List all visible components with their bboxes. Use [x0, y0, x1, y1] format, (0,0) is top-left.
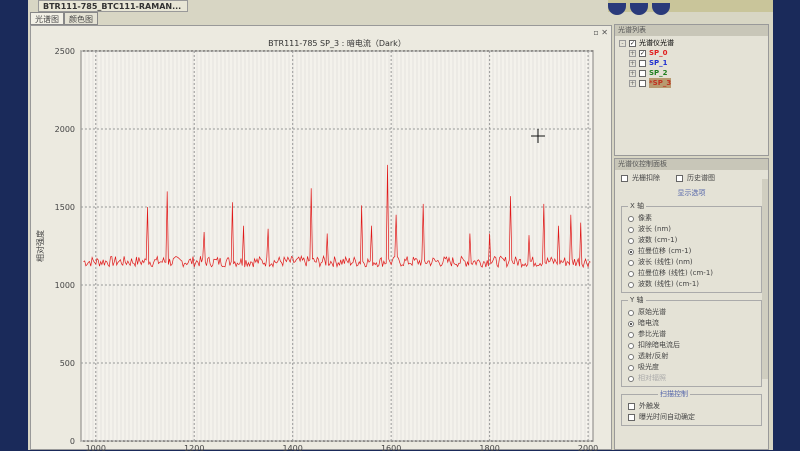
y-axis-label: 相对强度	[35, 230, 45, 262]
toolbar-button[interactable]	[652, 3, 670, 15]
trigger-checkbox[interactable]: 曝光时间自动确定	[628, 412, 755, 423]
history-checkbox[interactable]: 历史谱图	[676, 173, 715, 184]
radio-option[interactable]: 拉曼位移 (cm-1)	[628, 246, 755, 257]
view-tabs: 光谱图 颜色图	[30, 12, 98, 25]
toolbar-button[interactable]	[608, 3, 626, 15]
display-options-button[interactable]: 显示选项	[615, 188, 768, 198]
trigger-group: 扫描控制 外触发 曝光时间自动确定	[621, 389, 762, 426]
chart-title: BTR111-785 SP_3 : 暗电流（Dark）	[268, 38, 406, 48]
radio-option[interactable]: 波数 (cm-1)	[628, 235, 755, 246]
collapse-icon[interactable]: -	[619, 39, 626, 47]
trigger-checkbox[interactable]: 外触发	[628, 401, 755, 412]
y-tick-label: 2500	[55, 47, 75, 56]
expand-icon[interactable]: +	[629, 49, 636, 57]
checkbox[interactable]: ✓	[639, 49, 646, 57]
expand-icon[interactable]: +	[629, 79, 636, 87]
scrollbar[interactable]	[762, 179, 768, 379]
radio-option[interactable]: 吸光度	[628, 362, 755, 373]
document-tab[interactable]: BTR111-785_BTC111-RAMAN...	[38, 0, 188, 12]
checkbox[interactable]	[639, 79, 646, 87]
control-panel: 光谱仪控制面板 光栅扣除 历史谱图 显示选项 X 轴像素 波长 (nm) 波数 (c…	[614, 158, 769, 450]
app-window: BTR111-785_BTC111-RAMAN... 光谱图 颜色图 ▫ ✕ 10…	[28, 0, 773, 451]
radio-option[interactable]: 波长 (nm)	[628, 224, 755, 235]
radio-option[interactable]: 拉曼位移 (线性) (cm-1)	[628, 268, 755, 279]
radio-option[interactable]: 暗电流	[628, 318, 755, 329]
y-tick-label: 0	[70, 437, 75, 446]
y-tick-label: 1000	[55, 281, 75, 290]
spectrum-item[interactable]: + SP_2	[619, 68, 764, 78]
expand-icon[interactable]: +	[629, 69, 636, 77]
expand-icon[interactable]: +	[629, 59, 636, 67]
panel-title: 光谱列表	[615, 25, 768, 36]
spectrum-chart[interactable]: 1000 1200 1400 1600 1800 20000500100015002000…	[31, 26, 613, 451]
y-tick-label: 500	[60, 359, 75, 368]
panel-title: 光谱仪控制面板	[615, 159, 768, 170]
tab-color[interactable]: 颜色图	[64, 12, 98, 25]
spectrum-list-panel: 光谱列表 - ✓ 光谱仪光谱 + ✓ SP_0 + SP_1 + SP_2 + *SP_3	[614, 24, 769, 156]
chart-panel: ▫ ✕ 1000 1200 1400 1600 1800 2000 0 500 1000 1500…	[30, 25, 613, 451]
spectrum-item[interactable]: + ✓ SP_0	[619, 48, 764, 58]
x-axis-group: X 轴像素 波长 (nm) 波数 (cm-1) 拉曼位移 (cm-1) 波长 (线性) …	[621, 201, 762, 293]
y-tick-label: 2000	[55, 125, 75, 134]
tree-root[interactable]: - ✓ 光谱仪光谱	[619, 38, 764, 48]
spectrum-item[interactable]: + SP_1	[619, 58, 764, 68]
radio-option[interactable]: 透射/反射	[628, 351, 755, 362]
radio-option[interactable]: 波长 (线性) (nm)	[628, 257, 755, 268]
checkbox[interactable]	[639, 59, 646, 67]
toolbar-button[interactable]	[630, 3, 648, 15]
radio-option[interactable]: 原始光谱	[628, 307, 755, 318]
radio-option[interactable]: 波数 (线性) (cm-1)	[628, 279, 755, 290]
y-axis-group: Y 轴原始光谱 暗电流 参比光谱 扣除暗电流后 透射/反射 吸光度 相对辐照	[621, 295, 762, 387]
toolbar	[608, 0, 773, 15]
spectrum-item[interactable]: + *SP_3	[619, 78, 764, 88]
radio-option[interactable]: 参比光谱	[628, 329, 755, 340]
radio-option[interactable]: 像素	[628, 213, 755, 224]
y-tick-label: 1500	[55, 203, 75, 212]
tab-spectrum[interactable]: 光谱图	[30, 12, 64, 25]
checkbox[interactable]	[639, 69, 646, 77]
radio-option[interactable]: 扣除暗电流后	[628, 340, 755, 351]
checkbox[interactable]: ✓	[629, 39, 636, 47]
grating-checkbox[interactable]: 光栅扣除	[621, 173, 660, 184]
radio-option[interactable]: 相对辐照	[628, 373, 755, 384]
